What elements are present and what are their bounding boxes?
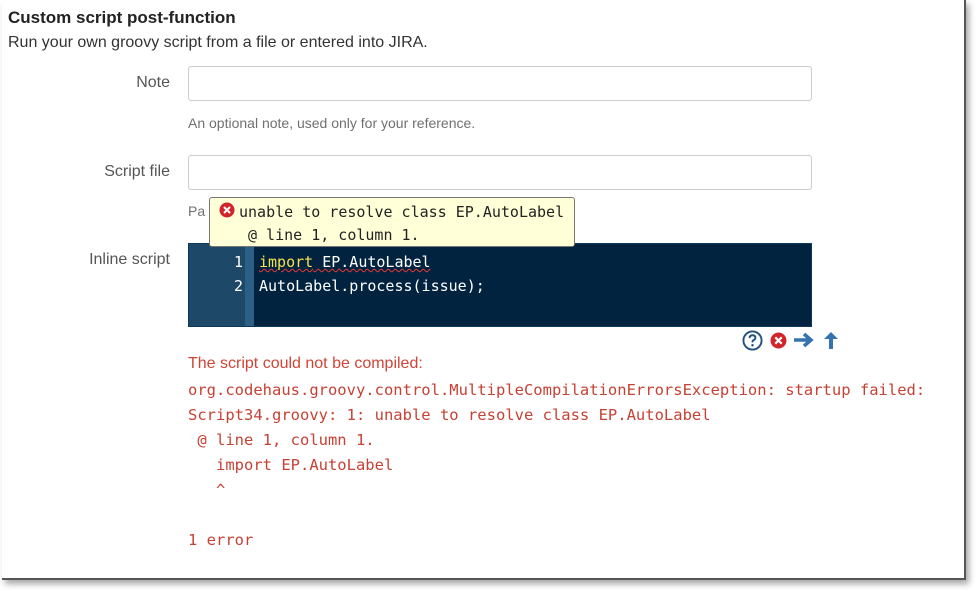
error-icon bbox=[219, 202, 235, 222]
error-line: Script34.groovy: 1: unable to resolve cl… bbox=[188, 406, 711, 424]
error-line: import EP.AutoLabel bbox=[188, 456, 394, 474]
code-text: EP.AutoLabel bbox=[313, 253, 431, 271]
compile-error-title: The script could not be compiled: bbox=[188, 355, 423, 372]
note-input[interactable] bbox=[188, 66, 812, 101]
line-number: 1 bbox=[233, 253, 243, 271]
editor-gutter-bar bbox=[245, 244, 254, 326]
inline-script-editor[interactable]: 1 2 import EP.AutoLabel AutoLabel.proces… bbox=[188, 243, 812, 327]
script-config-panel: Custom script post-function Run your own… bbox=[2, 0, 966, 580]
help-icon[interactable] bbox=[742, 330, 763, 356]
page-title: Custom script post-function bbox=[8, 8, 236, 27]
error-line: @ line 1, column 1. bbox=[188, 431, 375, 449]
inline-script-label: Inline script bbox=[89, 251, 170, 268]
error-tooltip: unable to resolve class EP.AutoLabel @ l… bbox=[209, 197, 575, 247]
arrow-right-icon[interactable] bbox=[793, 331, 815, 354]
tooltip-line: @ line 1, column 1. bbox=[248, 226, 420, 244]
error-line: 1 error bbox=[188, 531, 254, 549]
error-line: org.codehaus.groovy.control.MultipleComp… bbox=[188, 381, 926, 399]
error-line: ^ bbox=[188, 481, 226, 499]
script-file-input[interactable] bbox=[188, 155, 812, 190]
note-help-text: An optional note, used only for your ref… bbox=[188, 115, 476, 131]
code-line[interactable]: AutoLabel.process(issue); bbox=[259, 277, 485, 295]
script-file-help-text: Pa bbox=[188, 203, 206, 219]
page-subtitle: Run your own groovy script from a file o… bbox=[8, 34, 428, 51]
error-icon[interactable] bbox=[770, 332, 787, 354]
code-keyword: import bbox=[259, 253, 314, 271]
arrow-up-icon[interactable] bbox=[822, 330, 840, 355]
tooltip-line: unable to resolve class EP.AutoLabel bbox=[239, 203, 565, 221]
note-label: Note bbox=[136, 74, 170, 91]
code-line[interactable]: import EP.AutoLabel bbox=[259, 253, 431, 271]
script-file-label: Script file bbox=[104, 163, 170, 180]
line-number: 2 bbox=[233, 277, 243, 295]
